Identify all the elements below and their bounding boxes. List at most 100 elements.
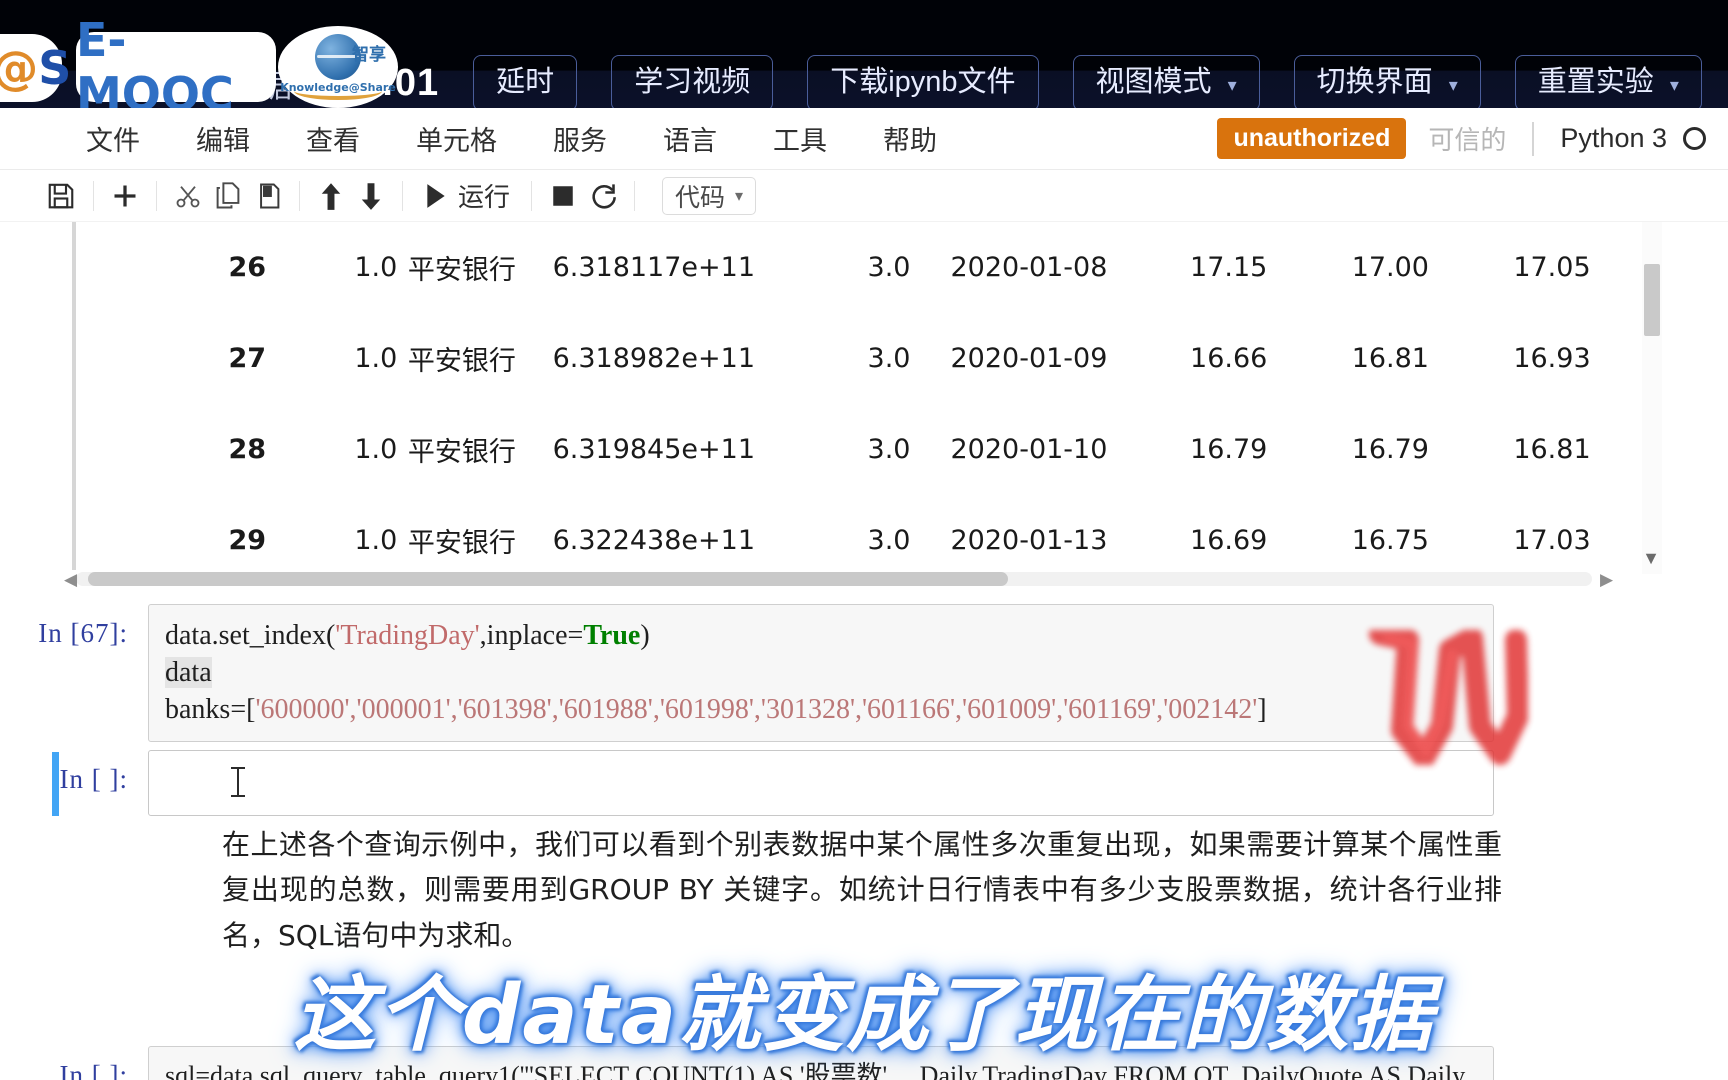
- code-cell-bottom[interactable]: In [ ]: sql=data.sql_query_table_query1(…: [0, 1046, 1520, 1080]
- row-index: 27: [228, 343, 267, 374]
- cell-editor-empty[interactable]: [148, 750, 1494, 816]
- divider: [402, 180, 403, 211]
- stop-square-icon[interactable]: [543, 176, 583, 216]
- code-line-3: banks=['600000','000001','601398','60198…: [165, 691, 1477, 728]
- menu-item-list: 文件 编辑 查看 单元格 服务 语言 工具 帮助: [0, 115, 965, 162]
- kernel-idle-icon[interactable]: [1683, 127, 1706, 150]
- cell-p3: 16.93: [1513, 343, 1591, 374]
- cell-c2: 3.0: [867, 252, 911, 283]
- notebook-toolbar: 运行 代码 ▾: [0, 170, 1728, 222]
- dataframe-horizontal-scrollbar[interactable]: [76, 572, 1592, 586]
- cell-editor-bottom[interactable]: sql=data.sql_query_table_query1('''SELEC…: [148, 1046, 1494, 1080]
- cell-sci: 6.318117e+11: [552, 252, 755, 283]
- arrow-down-icon[interactable]: [351, 176, 391, 216]
- reset-experiment-button[interactable]: 重置实验 ▾: [1514, 55, 1702, 108]
- chevron-down-icon: ▾: [1227, 75, 1237, 96]
- cell-p2: 17.00: [1351, 252, 1429, 283]
- cell-c1: 1.0: [354, 525, 398, 556]
- dataframe-scroll-area[interactable]: 26 1.0 平安银行 6.318117e+11 3.0 2020-01-08 …: [76, 222, 1662, 570]
- code-text: ]: [1257, 694, 1267, 726]
- restart-icon[interactable]: [583, 176, 623, 216]
- run-button[interactable]: 运行: [414, 176, 520, 216]
- switch-interface-button-label: 切换界面: [1316, 66, 1433, 99]
- copy-icon[interactable]: [208, 176, 248, 216]
- study-video-button-label: 学习视频: [634, 66, 751, 99]
- menu-item-service[interactable]: 服务: [525, 115, 635, 162]
- delay-button[interactable]: 延时: [473, 55, 578, 108]
- cell-type-value: 代码: [675, 183, 726, 212]
- kas-logo: K@S: [0, 34, 71, 102]
- cell-date: 2020-01-08: [950, 252, 1108, 283]
- kernel-name-label: Python 3: [1560, 123, 1667, 153]
- knowledge-share-logo: Knowledge@Share ●●●● 智享: [278, 26, 398, 108]
- code-text: banks=[: [165, 694, 256, 726]
- cell-c2: 3.0: [867, 525, 911, 556]
- emooc-logo-text: E-MOOC: [76, 13, 234, 108]
- menu-item-cell[interactable]: 单元格: [388, 115, 525, 162]
- delay-button-label: 延时: [496, 66, 555, 99]
- code-line-1: data.set_index('TradingDay',inplace=True…: [165, 617, 1477, 654]
- cell-p3: 17.05: [1513, 252, 1591, 283]
- menu-item-help[interactable]: 帮助: [855, 115, 965, 162]
- menu-item-file[interactable]: 文件: [58, 115, 168, 162]
- cell-date: 2020-01-09: [950, 343, 1108, 374]
- scrollbar-thumb[interactable]: [1644, 264, 1660, 336]
- dataframe-vertical-scrollbar[interactable]: ▼: [1642, 222, 1662, 574]
- status-badge[interactable]: unauthorized: [1217, 118, 1407, 159]
- row-index: 28: [228, 434, 267, 465]
- cell-p3: 16.81: [1513, 434, 1591, 465]
- dataframe-table: 26 1.0 平安银行 6.318117e+11 3.0 2020-01-08 …: [76, 222, 1662, 570]
- cell-c1: 1.0: [354, 252, 398, 283]
- row-index: 26: [228, 252, 267, 283]
- cell-p2: 16.79: [1351, 434, 1429, 465]
- code-line-2: data: [165, 654, 1477, 691]
- cell-c1: 1.0: [354, 434, 398, 465]
- cell-name: 平安银行: [407, 255, 516, 286]
- cell-type-dropdown[interactable]: 代码 ▾: [662, 176, 757, 215]
- code-line: sql=data.sql_query_table_query1('''SELEC…: [165, 1061, 1484, 1080]
- cell-prompt-label: In [ ]:: [59, 764, 128, 794]
- download-ipynb-button[interactable]: 下载ipynb文件: [807, 55, 1039, 108]
- reset-experiment-button-label: 重置实验: [1537, 66, 1654, 99]
- paste-icon[interactable]: [248, 176, 288, 216]
- notebook-body: 26 1.0 平安银行 6.318117e+11 3.0 2020-01-08 …: [0, 222, 1728, 1080]
- cell-sci: 6.319845e+11: [552, 434, 755, 465]
- chevron-down-icon: ▾: [1669, 75, 1679, 96]
- switch-interface-button[interactable]: 切换界面 ▾: [1293, 55, 1481, 108]
- menu-item-edit[interactable]: 编辑: [168, 115, 278, 162]
- run-button-label: 运行: [458, 182, 511, 212]
- scrollbar-thumb[interactable]: [88, 572, 1008, 586]
- save-icon[interactable]: [40, 176, 82, 216]
- cell-p1: 16.66: [1190, 343, 1268, 374]
- menu-item-language[interactable]: 语言: [635, 115, 745, 162]
- arc-decoration: [294, 82, 382, 100]
- study-video-button[interactable]: 学习视频: [611, 55, 774, 108]
- menu-bar-status-area: unauthorized 可信的 Python 3: [1217, 118, 1728, 159]
- code-text: ,inplace=: [479, 620, 584, 651]
- cell-date: 2020-01-13: [950, 525, 1108, 556]
- cell-date: 2020-01-10: [950, 434, 1108, 465]
- triangle-down-icon[interactable]: ▼: [1642, 548, 1660, 569]
- experiment-top-bar: ...w... 数据 16:01 延时 学习视频 下载ipynb文件 视图模式 …: [0, 0, 1728, 108]
- code-cell-67[interactable]: In [67]: data.set_index('TradingDay',inp…: [0, 604, 1520, 742]
- cell-prompt-label: In [67]:: [38, 618, 128, 648]
- table-row: 26 1.0 平安银行 6.318117e+11 3.0 2020-01-08 …: [76, 222, 1662, 313]
- code-text: data: [165, 657, 212, 689]
- scroll-right-arrow-icon[interactable]: ▶: [1600, 570, 1613, 590]
- divider: [531, 180, 533, 211]
- scroll-left-arrow-icon[interactable]: ◀: [64, 570, 77, 590]
- cell-name: 平安银行: [407, 437, 516, 468]
- emooc-logo: E-MOOC: [76, 13, 276, 108]
- cell-editor[interactable]: data.set_index('TradingDay',inplace=True…: [148, 604, 1494, 742]
- arrow-up-icon[interactable]: [311, 176, 351, 216]
- plus-icon[interactable]: [105, 176, 145, 216]
- jupyter-menu-bar: 文件 编辑 查看 单元格 服务 语言 工具 帮助 unauthorized 可信…: [0, 108, 1728, 170]
- view-mode-button[interactable]: 视图模式 ▾: [1072, 55, 1260, 108]
- menu-item-tools[interactable]: 工具: [745, 115, 855, 162]
- view-mode-button-label: 视图模式: [1095, 66, 1212, 99]
- dataframe-output: 26 1.0 平安银行 6.318117e+11 3.0 2020-01-08 …: [64, 222, 1662, 642]
- cell-c2: 3.0: [867, 343, 911, 374]
- scissors-icon[interactable]: [168, 176, 208, 216]
- menu-item-view[interactable]: 查看: [278, 115, 388, 162]
- code-cell-empty[interactable]: In [ ]:: [0, 750, 1520, 816]
